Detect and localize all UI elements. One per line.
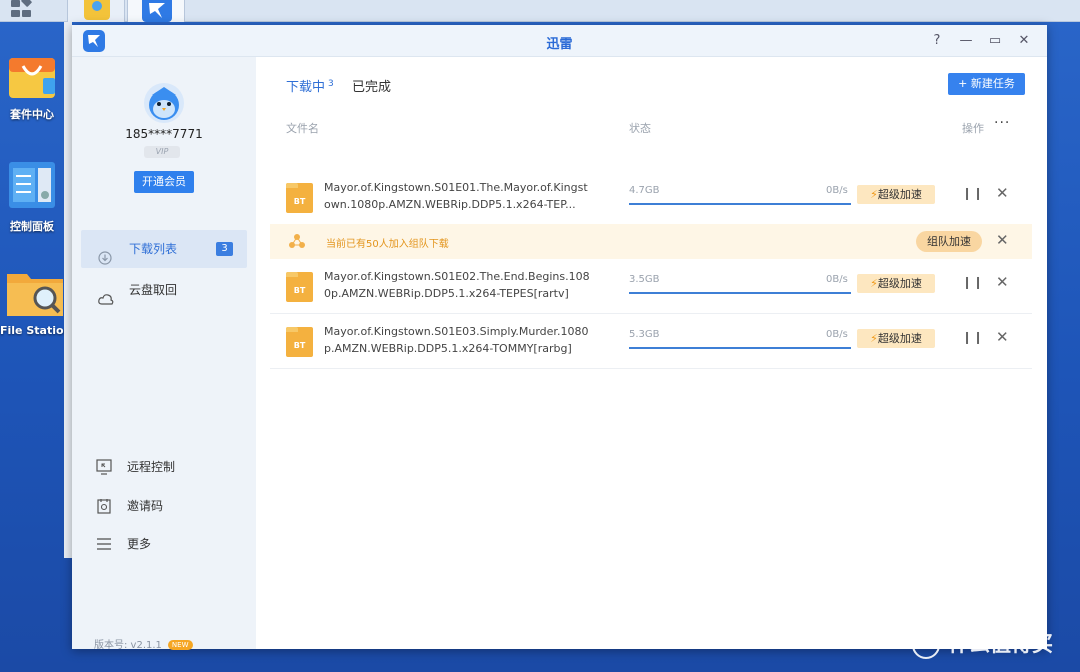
bt-file-icon: BT bbox=[286, 327, 313, 357]
close-banner-icon[interactable]: ✕ bbox=[996, 231, 1009, 249]
new-task-label: 新建任务 bbox=[970, 77, 1015, 90]
new-task-button[interactable]: + 新建任务 bbox=[948, 73, 1025, 95]
watermark: 什么值得买 bbox=[912, 628, 1053, 659]
file-type-label: BT bbox=[293, 286, 306, 295]
super-boost-button[interactable]: ⚡超级加速 bbox=[857, 185, 935, 204]
desktop-icon-control-panel[interactable]: 控制面板 bbox=[0, 160, 64, 234]
boost-label: 超级加速 bbox=[877, 277, 922, 290]
sidebar-item-cloud-retrieve[interactable]: 云盘取回 bbox=[81, 271, 247, 309]
task-progress-bar bbox=[629, 292, 851, 294]
task-progress-bar bbox=[629, 347, 851, 349]
remote-control-icon bbox=[96, 459, 112, 475]
main-menu-icon[interactable] bbox=[8, 0, 34, 18]
super-boost-button[interactable]: ⚡超级加速 bbox=[857, 329, 935, 348]
column-header-filename: 文件名 bbox=[286, 122, 319, 135]
column-header-status: 状态 bbox=[629, 122, 651, 135]
sidebar-item-download-list[interactable]: 下载列表 3 bbox=[81, 230, 247, 268]
sidebar-item-label: 远程控制 bbox=[127, 460, 176, 474]
close-icon[interactable]: ✕ bbox=[1015, 32, 1033, 50]
task-filename: Mayor.of.Kingstown.S01E03.Simply.Murder.… bbox=[324, 325, 589, 355]
shopping-bag-icon bbox=[5, 48, 59, 102]
lightning-icon: ⚡ bbox=[870, 188, 878, 201]
task-progress-bar bbox=[629, 203, 851, 205]
tab-completed[interactable]: 已完成 bbox=[352, 76, 391, 95]
background-window-edge bbox=[64, 22, 72, 558]
file-type-label: BT bbox=[293, 197, 306, 206]
task-filename: Mayor.of.Kingstown.S01E01.The.Mayor.of.K… bbox=[324, 181, 588, 211]
folder-search-icon bbox=[5, 266, 63, 320]
desktop-icon-file-station[interactable]: File Station bbox=[0, 266, 72, 337]
lightning-icon: ⚡ bbox=[870, 332, 878, 345]
version-text: 版本号: v2.1.1 bbox=[94, 640, 162, 651]
help-icon[interactable]: ? bbox=[928, 32, 946, 50]
task-row[interactable]: BT Mayor.of.Kingstown.S01E03.Simply.Murd… bbox=[270, 314, 1032, 369]
tab-count: 3 bbox=[328, 78, 334, 89]
task-size: 3.5GB bbox=[629, 274, 660, 285]
task-row[interactable]: BT Mayor.of.Kingstown.S01E01.The.Mayor.o… bbox=[270, 170, 1032, 225]
username: 185****7771 bbox=[125, 127, 203, 141]
task-size: 4.7GB bbox=[629, 185, 660, 196]
taskbar bbox=[0, 0, 1080, 22]
desktop-icon-label: 套件中心 bbox=[10, 108, 54, 121]
delete-task-icon[interactable]: ✕ bbox=[996, 273, 1009, 291]
column-header-action: 操作 bbox=[962, 122, 984, 135]
bt-file-icon: BT bbox=[286, 183, 313, 213]
pause-icon[interactable]: ❙❙ bbox=[962, 275, 984, 289]
sidebar-item-label: 下载列表 bbox=[129, 242, 178, 256]
team-boost-button[interactable]: 组队加速 bbox=[916, 231, 982, 252]
file-type-label: BT bbox=[293, 341, 306, 350]
control-panel-icon bbox=[5, 160, 59, 214]
super-boost-button[interactable]: ⚡超级加速 bbox=[857, 274, 935, 293]
lightning-icon: ⚡ bbox=[870, 277, 878, 290]
task-size: 5.3GB bbox=[629, 329, 660, 340]
boost-label: 超级加速 bbox=[877, 332, 922, 345]
team-triangle-icon bbox=[288, 233, 306, 249]
window-title: 迅雷 bbox=[546, 37, 573, 52]
delete-task-icon[interactable]: ✕ bbox=[996, 184, 1009, 202]
task-speed: 0B/s bbox=[826, 329, 848, 340]
task-speed: 0B/s bbox=[826, 274, 848, 285]
watermark-text: 什么值得买 bbox=[948, 632, 1053, 656]
sidebar-item-label: 更多 bbox=[127, 537, 152, 551]
invite-code-icon bbox=[96, 498, 112, 514]
watermark-logo-icon bbox=[912, 631, 940, 659]
desktop-icon-label: File Station bbox=[0, 324, 72, 337]
boost-label: 超级加速 bbox=[877, 188, 922, 201]
delete-task-icon[interactable]: ✕ bbox=[996, 328, 1009, 346]
menu-icon bbox=[96, 536, 112, 552]
taskbar-app-package[interactable] bbox=[67, 0, 125, 22]
vip-tag: VIP bbox=[144, 146, 180, 158]
main-content: 下载中 3 已完成 + 新建任务 文件名 状态 操作 ··· BT Mayor.o… bbox=[256, 57, 1047, 649]
plus-icon: + bbox=[958, 77, 971, 90]
pause-icon[interactable]: ❙❙ bbox=[962, 330, 984, 344]
pause-icon[interactable]: ❙❙ bbox=[962, 186, 984, 200]
download-circle-icon bbox=[98, 242, 112, 265]
more-options-icon[interactable]: ··· bbox=[994, 115, 1010, 131]
new-badge: NEW bbox=[167, 640, 193, 650]
open-vip-button[interactable]: 开通会员 bbox=[134, 171, 194, 193]
desktop-icon-label: 控制面板 bbox=[10, 220, 54, 233]
team-message: 当前已有50人加入组队下载 bbox=[326, 239, 449, 250]
task-row[interactable]: BT Mayor.of.Kingstown.S01E02.The.End.Beg… bbox=[270, 259, 1032, 314]
version-info: 版本号: v2.1.1 NEW bbox=[94, 636, 193, 651]
bt-file-icon: BT bbox=[286, 272, 313, 302]
cloud-icon bbox=[98, 283, 114, 305]
team-download-banner: 当前已有50人加入组队下载 组队加速 ✕ bbox=[270, 224, 1032, 259]
tab-downloading[interactable]: 下载中 3 bbox=[286, 76, 334, 95]
title-bar[interactable]: 迅雷 ? — ▭ ✕ bbox=[72, 25, 1047, 57]
avatar[interactable] bbox=[144, 83, 184, 123]
task-speed: 0B/s bbox=[826, 185, 848, 196]
download-count-badge: 3 bbox=[216, 242, 233, 256]
sidebar-item-label: 云盘取回 bbox=[129, 283, 178, 297]
desktop-icon-package-center[interactable]: 套件中心 bbox=[0, 48, 64, 122]
tab-label: 下载中 bbox=[286, 80, 326, 95]
maximize-icon[interactable]: ▭ bbox=[986, 32, 1004, 50]
thunder-window: 迅雷 ? — ▭ ✕ 185****7771 VIP 开通会员 下载列表 3 云… bbox=[72, 25, 1047, 651]
sidebar: 185****7771 VIP 开通会员 下载列表 3 云盘取回 远程控制 邀请… bbox=[72, 57, 256, 651]
taskbar-app-thunder[interactable] bbox=[127, 0, 185, 22]
task-filename: Mayor.of.Kingstown.S01E02.The.End.Begins… bbox=[324, 270, 590, 300]
minimize-icon[interactable]: — bbox=[957, 32, 975, 50]
sidebar-item-label: 邀请码 bbox=[127, 499, 164, 513]
